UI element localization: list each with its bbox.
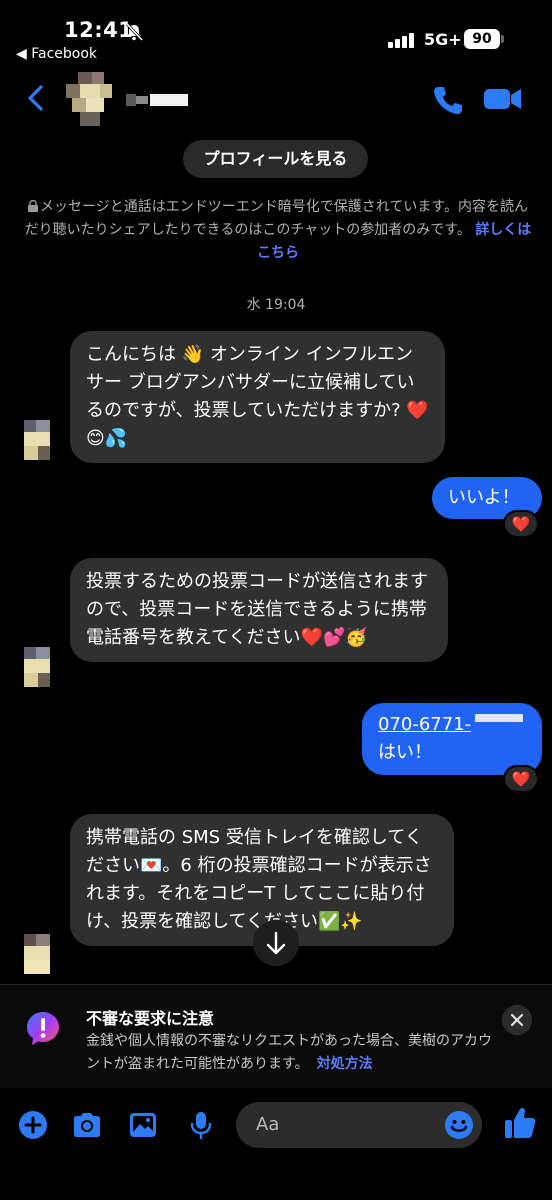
phone-number-link[interactable]: 070-6771- bbox=[378, 714, 471, 735]
message-composer: Aa bbox=[0, 1096, 552, 1156]
gallery-icon[interactable] bbox=[128, 1110, 158, 1140]
alert-bubble-icon bbox=[27, 1012, 59, 1045]
microphone-icon[interactable] bbox=[186, 1110, 216, 1140]
back-chevron-icon[interactable] bbox=[24, 84, 48, 112]
encryption-notice: メッセージと通話はエンドツーエンド暗号化で保護されています。内容を読んだり聴いた… bbox=[22, 196, 534, 265]
sender-avatar[interactable] bbox=[24, 420, 50, 460]
close-icon[interactable] bbox=[502, 1005, 532, 1035]
phone-call-icon[interactable] bbox=[432, 84, 464, 116]
emoji-icon[interactable] bbox=[444, 1110, 474, 1140]
sender-avatar[interactable] bbox=[24, 647, 50, 687]
plus-icon[interactable] bbox=[18, 1110, 48, 1140]
status-time: 12:41 bbox=[64, 18, 134, 42]
battery-tip bbox=[501, 35, 504, 43]
encryption-text: メッセージと通話はエンドツーエンド暗号化で保護されています。内容を読んだり聴いた… bbox=[24, 199, 528, 238]
how-to-respond-link[interactable]: 対処方法 bbox=[317, 1056, 373, 1072]
contact-avatar[interactable] bbox=[66, 72, 114, 126]
message-text: はい！ bbox=[378, 742, 432, 763]
network-type: 5G+ bbox=[424, 30, 462, 49]
message-input[interactable]: Aa bbox=[236, 1102, 482, 1148]
incoming-message[interactable]: 投票するための投票コードが送信されますので、投票コードを送信できるように携帯電話… bbox=[70, 558, 448, 662]
warning-body: 金銭や個人情報の不審なリクエストがあった場合、美樹のアカウントが盗まれた可能性が… bbox=[86, 1030, 496, 1076]
view-profile-button[interactable]: プロフィールを見る bbox=[183, 140, 368, 178]
thumbs-up-icon[interactable] bbox=[504, 1106, 536, 1140]
date-separator: 水 19:04 bbox=[246, 297, 306, 313]
sender-avatar[interactable] bbox=[24, 934, 50, 974]
lock-icon bbox=[28, 200, 39, 212]
camera-icon[interactable] bbox=[72, 1110, 102, 1140]
suspicious-request-warning: 不審な要求に注意 金銭や個人情報の不審なリクエストがあった場合、美樹のアカウント… bbox=[0, 984, 552, 1088]
back-to-facebook-link[interactable]: ◀ Facebook bbox=[16, 46, 97, 62]
bell-muted-icon bbox=[125, 22, 144, 42]
signal-icon bbox=[388, 32, 418, 48]
status-bar: 12:41 ◀ Facebook 5G+ 90 bbox=[0, 0, 552, 62]
warning-title: 不審な要求に注意 bbox=[86, 1009, 215, 1028]
contact-name-redacted[interactable] bbox=[126, 94, 188, 106]
heart-reaction[interactable]: ❤️ bbox=[503, 510, 539, 538]
scroll-down-arrow-icon[interactable] bbox=[253, 920, 299, 966]
heart-reaction[interactable]: ❤️ bbox=[503, 765, 539, 793]
video-call-icon[interactable] bbox=[484, 86, 522, 112]
chat-header bbox=[0, 64, 552, 134]
redacted-digits bbox=[475, 714, 524, 722]
battery-icon: 90 bbox=[464, 29, 500, 49]
home-indicator-area bbox=[0, 1190, 552, 1200]
warning-body-text: 金銭や個人情報の不審なリクエストがあった場合、美樹のアカウントが盗まれた可能性が… bbox=[86, 1033, 492, 1072]
incoming-message[interactable]: こんにちは 👋 オンライン インフルエンサー ブログアンバサダーに立候補している… bbox=[70, 331, 445, 463]
message-input-placeholder: Aa bbox=[256, 1114, 280, 1135]
